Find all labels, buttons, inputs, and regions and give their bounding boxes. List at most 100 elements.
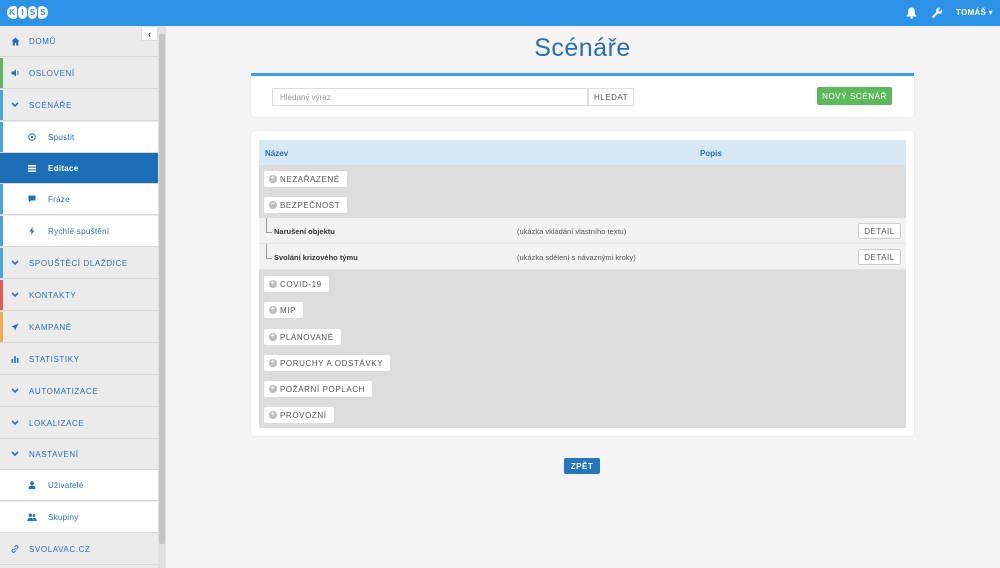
sidebar-item-kontakty[interactable]: KONTAKTY [0,280,158,311]
sidebar-item-label: OSLOVENÍ [29,68,75,78]
sidebar-item-statistiky[interactable]: STATISTIKY [0,344,158,375]
sidebar-item-nastaveni[interactable]: NASTAVENÍ [0,439,158,470]
group-mip[interactable]: + MIP [264,302,304,318]
expand-icon: + [269,280,277,288]
table-row: Svolání krizového týmu (ukázka sdělení s… [259,244,906,270]
sidebar-item-osloveni[interactable]: OSLOVENÍ [0,58,158,89]
logo-letter: K [7,6,17,19]
sidebar: DOMŮ ‹ OSLOVENÍ SCÉNÁŘE Spustit Editace … [0,26,158,568]
sidebar-item-label: DOMŮ [29,36,56,46]
sidebar-scrollbar[interactable] [158,26,166,568]
expand-icon: + [269,359,277,367]
sidebar-item-label: KONTAKTY [29,290,77,300]
group-provozni[interactable]: + PROVOZNÍ [264,407,334,423]
sidebar-item-label: Skupiny [48,512,79,522]
user-icon [26,481,38,489]
scenarios-table: Název Popis + NEZAŘAZENÉ − BEZPEČNOST Na… [259,140,906,428]
expand-icon: + [269,411,277,419]
speaker-icon [9,69,21,77]
chevron-down-icon [9,102,21,108]
chevron-down-icon [9,420,21,426]
scrollbar-thumb[interactable] [159,34,165,544]
search-input[interactable]: Hledaný výraz [272,88,588,106]
expand-icon: + [269,175,277,183]
group-label: PROVOZNÍ [280,410,327,420]
sidebar-item-rychle-spusteni[interactable]: Rychlé spuštění [0,216,158,247]
send-icon [9,323,21,331]
user-menu[interactable]: TOMÁŠ ▾ [956,8,993,17]
scenarios-panel: Název Popis + NEZAŘAZENÉ − BEZPEČNOST Na… [251,131,914,436]
chevron-left-icon[interactable]: ‹ [141,26,158,41]
group-label: COVID-19 [280,279,322,289]
kiss-logo[interactable]: K I S S [7,6,48,20]
sidebar-item-label: LOKALIZACE [29,418,85,428]
sidebar-item-skupiny[interactable]: Skupiny [0,502,158,533]
bolt-icon [26,227,38,235]
scenario-description: (ukázka sdělení s návaznými kroky) [517,253,636,262]
chevron-down-icon [9,292,21,298]
scenario-name: Svolání krizového týmu [274,253,358,262]
group-covid-19[interactable]: + COVID-19 [264,276,329,292]
back-button[interactable]: ZPĚT [564,458,600,474]
group-label: MIP [280,305,297,315]
sidebar-item-label: Uživatelé [48,480,84,490]
scenario-name: Narušení objektu [274,227,335,236]
top-bar: K I S S TOMÁŠ ▾ [0,0,1000,26]
search-button[interactable]: HLEDAT [588,88,634,106]
column-header-name[interactable]: Název [265,149,288,158]
sidebar-item-editace[interactable]: Editace [0,153,158,184]
sidebar-item-kampane[interactable]: KAMPANĚ [0,312,158,343]
group-planovane[interactable]: + PLÁNOVANÉ [264,329,341,345]
tree-connector [266,244,272,259]
logo-letter: S [28,6,37,19]
sidebar-item-fraze[interactable]: Fráze [0,184,158,215]
tree-connector [266,218,272,233]
sidebar-item-label: Fráze [48,194,70,204]
sidebar-item-label: Editace [48,163,79,173]
link-icon [9,545,21,553]
group-label: NEZAŘAZENÉ [280,174,340,184]
sidebar-item-spustit[interactable]: Spustit [0,122,158,153]
play-circle-icon [26,133,38,141]
group-nezarazene[interactable]: + NEZAŘAZENÉ [264,171,347,187]
sidebar-item-label: NASTAVENÍ [29,449,79,459]
expand-icon: + [269,306,277,314]
new-scenario-button[interactable]: NOVÝ SCÉNÁŘ [817,87,892,105]
group-label: PORUCHY A ODSTÁVKY [280,358,384,368]
group-label: PLÁNOVANÉ [280,332,334,342]
bell-icon[interactable] [904,6,918,20]
sidebar-item-svolavac[interactable]: SVOLAVAC.CZ [0,534,158,565]
detail-button[interactable]: DETAIL [858,223,901,239]
sidebar-item-label: Rychlé spuštění [48,226,110,236]
chevron-down-icon [9,388,21,394]
group-label: POŽÁRNÍ POPLACH [280,384,366,394]
scenario-description: (ukázka vkládání vlastního textu) [517,227,627,236]
sidebar-item-lokalizace[interactable]: LOKALIZACE [0,408,158,439]
sidebar-item-uzivatele[interactable]: Uživatelé [0,470,158,501]
group-poruchy-a-odstavky[interactable]: + PORUCHY A ODSTÁVKY [264,355,391,371]
sidebar-item-label: SCÉNÁŘE [29,100,72,110]
expand-icon: + [269,385,277,393]
users-icon [26,513,38,521]
logo-letter: I [18,6,27,19]
sidebar-item-home[interactable]: DOMŮ [0,26,158,57]
column-header-description[interactable]: Popis [700,149,722,158]
sidebar-item-label: STATISTIKY [29,354,80,364]
group-bezpecnost[interactable]: − BEZPEČNOST [264,197,348,213]
list-icon [26,164,38,172]
sidebar-item-label: Spustit [48,132,75,142]
wrench-icon[interactable] [930,6,944,20]
sidebar-item-automatizace[interactable]: AUTOMATIZACE [0,376,158,407]
expand-icon: + [269,333,277,341]
group-label: BEZPEČNOST [280,200,341,210]
sidebar-item-label: KAMPANĚ [29,322,72,332]
bar-chart-icon [9,355,21,363]
group-pozarni-poplach[interactable]: + POŽÁRNÍ POPLACH [264,381,373,397]
sidebar-item-scenare[interactable]: SCÉNÁŘE [0,90,158,121]
detail-button[interactable]: DETAIL [858,249,901,265]
home-icon [9,37,21,46]
chevron-down-icon [9,451,21,457]
page-title: Scénáře [534,34,631,62]
sidebar-item-spousteci-dlazdice[interactable]: SPOUŠTĚCÍ DLAŽDICE [0,248,158,279]
sidebar-item-label: SPOUŠTĚCÍ DLAŽDICE [29,258,128,268]
